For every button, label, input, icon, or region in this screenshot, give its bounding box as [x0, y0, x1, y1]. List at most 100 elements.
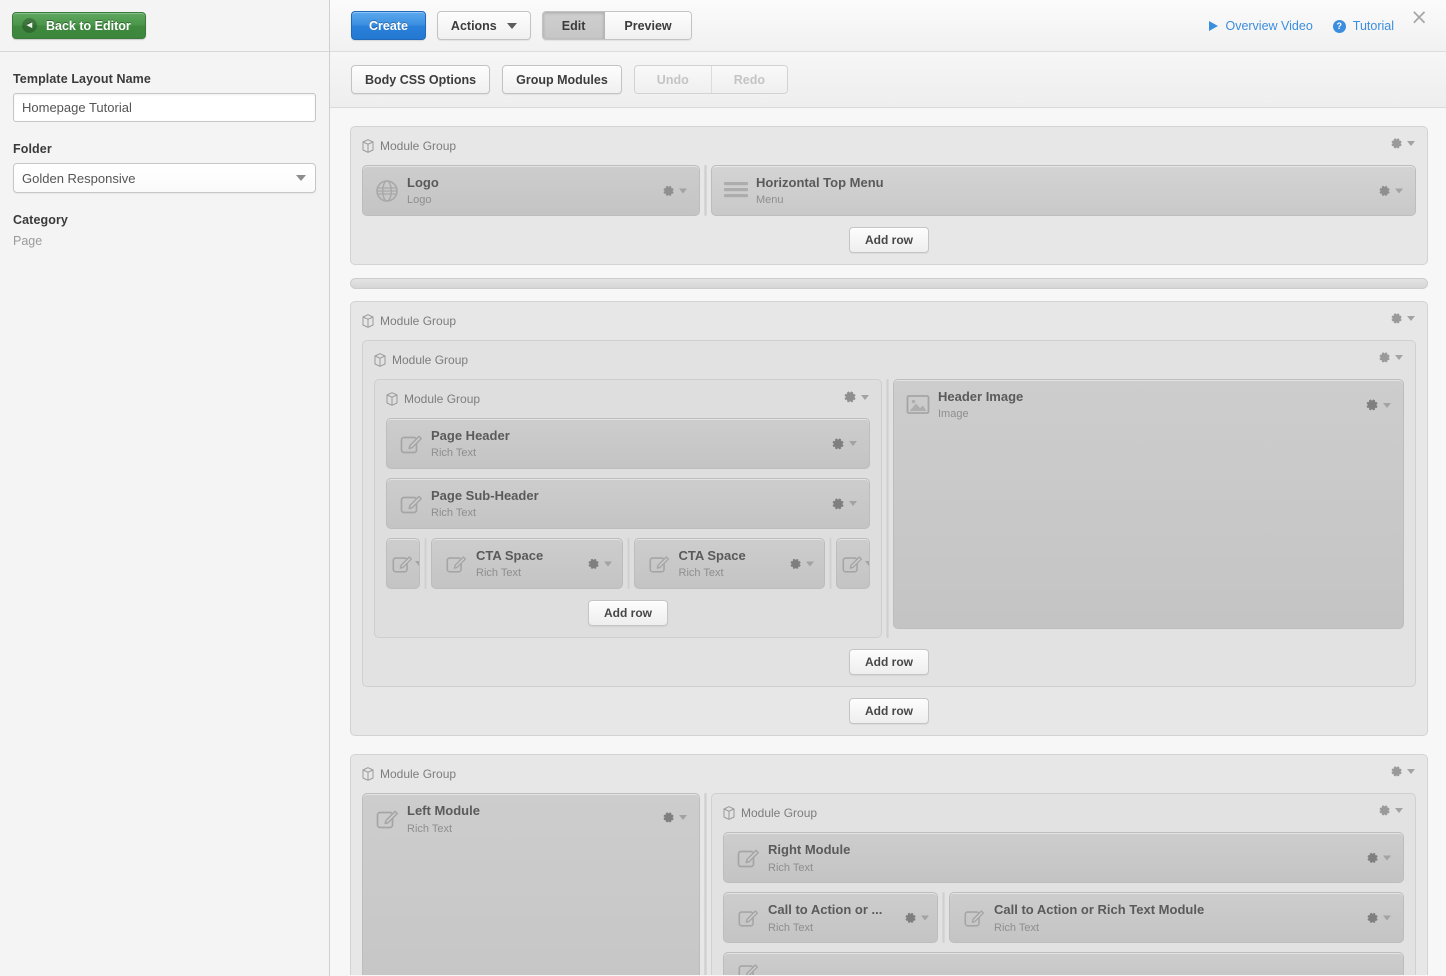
module-title: Page Sub-Header [431, 488, 539, 504]
cube-icon [386, 392, 398, 406]
group-settings-button[interactable] [1390, 765, 1415, 778]
gear-icon [663, 812, 674, 823]
module-page-header[interactable]: Page Header Rich Text [386, 418, 870, 470]
add-row-button[interactable]: Add row [849, 227, 929, 254]
module-settings-button[interactable] [1378, 184, 1403, 197]
chevron-down-icon [861, 394, 869, 400]
sidebar-form: Template Layout Name Folder Golden Respo… [0, 52, 329, 248]
module-page-sub-header[interactable]: Page Sub-Header Rich Text [386, 478, 870, 530]
chevron-down-icon [865, 561, 869, 567]
chevron-down-icon [603, 561, 612, 567]
group-modules-label: Group Modules [516, 72, 608, 87]
module-group-body-right: Module Group Right Module Rich Text Call… [711, 793, 1416, 975]
chevron-down-icon [415, 561, 419, 567]
group-title: Module Group [741, 806, 818, 821]
edit-preview-segmented[interactable]: Edit Preview [541, 11, 692, 40]
chevron-down-icon [1383, 402, 1391, 408]
group-modules-button[interactable]: Group Modules [502, 65, 622, 94]
module-settings-button[interactable] [904, 911, 929, 924]
gear-icon [1391, 313, 1402, 324]
gear-icon [905, 912, 916, 923]
module-title: CTA Space [476, 548, 544, 564]
gear-icon [663, 185, 674, 196]
module-logo[interactable]: Logo Logo [362, 165, 700, 217]
column-divider[interactable] [886, 379, 889, 639]
column-divider[interactable] [626, 538, 630, 590]
module-settings-button[interactable] [1365, 398, 1391, 412]
module-title: CTA Space [678, 548, 746, 564]
layout-canvas: Module Group Logo Logo Horizontal Top Me… [330, 108, 1446, 975]
gear-icon [1379, 185, 1390, 196]
module-settings-button[interactable] [831, 497, 857, 511]
module-truncated-left[interactable] [386, 538, 420, 590]
group-title: Module Group [380, 767, 457, 782]
globe-icon [373, 179, 401, 203]
group-settings-button[interactable] [1390, 137, 1415, 150]
group-splitter-bar[interactable] [350, 278, 1428, 290]
module-settings-button[interactable] [587, 557, 612, 570]
back-to-editor-button[interactable]: ◀ Back to Editor [12, 12, 146, 39]
module-settings-button[interactable] [1366, 911, 1391, 924]
column-divider[interactable] [424, 538, 427, 590]
module-settings-button[interactable] [789, 557, 814, 570]
image-icon [904, 394, 932, 416]
chevron-down-icon [1383, 915, 1391, 921]
group-title: Module Group [404, 392, 481, 407]
edit-pencil-icon [734, 846, 762, 870]
module-settings-button[interactable] [1366, 851, 1391, 864]
edit-pencil-icon [391, 553, 419, 575]
group-header: Module Group [362, 764, 1416, 784]
group-settings-button[interactable] [843, 390, 869, 404]
module-horizontal-top-menu[interactable]: Horizontal Top Menu Menu [711, 165, 1416, 217]
column-divider[interactable] [942, 892, 945, 944]
tutorial-link[interactable]: ? Tutorial [1332, 19, 1394, 33]
module-group-header: Module Group Logo Logo Horizontal Top Me… [350, 126, 1428, 266]
edit-pencil-icon [442, 553, 470, 575]
module-header-image[interactable]: Header Image Image [893, 379, 1404, 630]
module-group-hero-text: Module Group Page Header Rich Text Page … [374, 379, 882, 639]
close-icon[interactable]: × [1410, 7, 1428, 28]
module-settings-button[interactable] [831, 437, 857, 451]
module-truncated-right[interactable] [836, 538, 870, 590]
module-settings-button[interactable] [662, 184, 687, 197]
actions-button[interactable]: Actions [436, 11, 531, 40]
module-right-module[interactable]: Right Module Rich Text [723, 832, 1404, 884]
column-divider[interactable] [704, 793, 707, 975]
group-settings-button[interactable] [1390, 312, 1415, 325]
gear-icon [1379, 805, 1390, 816]
module-cta-space-left[interactable]: CTA Space Rich Text [431, 538, 623, 590]
overview-video-link[interactable]: Overview Video [1209, 19, 1313, 33]
create-button[interactable]: Create [351, 11, 426, 40]
group-header: Module Group [386, 389, 870, 409]
column-divider[interactable] [829, 538, 832, 590]
group-settings-button[interactable] [1378, 351, 1403, 364]
body-row: Left Module Rich Text Module Group Right… [362, 793, 1416, 975]
module-title: Call to Action or Rich Text Module [994, 902, 1205, 918]
module-cta-bottom-right[interactable]: Call to Action or Rich Text Module Rich … [949, 892, 1404, 944]
chevron-down-icon [1395, 808, 1403, 814]
group-settings-button[interactable] [1378, 804, 1403, 817]
module-settings-button[interactable] [662, 811, 687, 824]
edit-pencil-icon [960, 907, 988, 929]
tab-preview[interactable]: Preview [605, 12, 691, 39]
tab-edit[interactable]: Edit [542, 12, 606, 39]
add-row-button[interactable]: Add row [849, 649, 929, 676]
body-css-options-button[interactable]: Body CSS Options [351, 65, 491, 94]
folder-select[interactable]: Golden Responsive [13, 163, 316, 193]
module-cta-space-right[interactable]: CTA Space Rich Text [633, 538, 825, 590]
column-divider[interactable] [704, 165, 707, 217]
module-subtitle: Rich Text [678, 567, 724, 580]
template-layout-name-input[interactable] [13, 93, 316, 122]
add-row-button[interactable]: Add row [849, 698, 929, 725]
help-links: Overview Video ? Tutorial [1209, 0, 1394, 52]
cube-icon [723, 806, 735, 820]
module-subtitle: Rich Text [431, 507, 477, 520]
module-left-module[interactable]: Left Module Rich Text [362, 793, 700, 975]
module-partially-visible[interactable] [723, 952, 1404, 975]
actions-label: Actions [450, 18, 497, 33]
group-title: Module Group [392, 353, 469, 368]
group-header: Module Group [362, 136, 1416, 156]
add-row-button[interactable]: Add row [588, 600, 668, 627]
folder-select-wrap[interactable]: Golden Responsive [13, 163, 316, 193]
module-cta-bottom-left[interactable]: Call to Action or ... Rich Text [723, 892, 938, 944]
